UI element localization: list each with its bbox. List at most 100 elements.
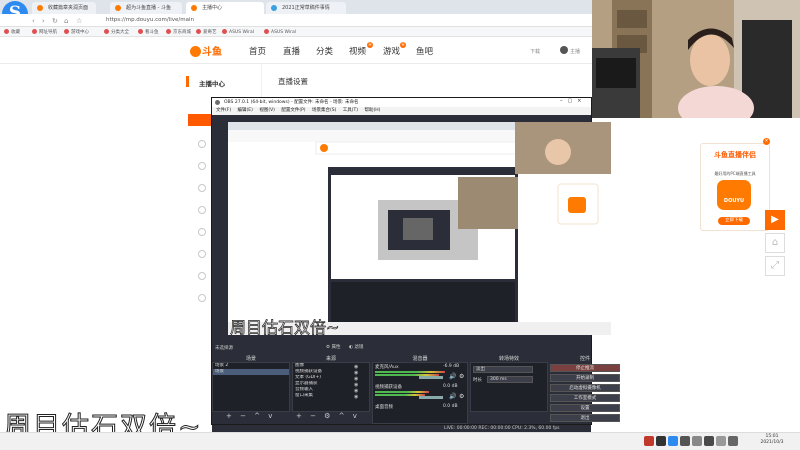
page-title: 直播设置	[278, 77, 308, 86]
taskbar-app-icon[interactable]	[644, 436, 654, 446]
mixer-channel-db: 0.0 dB	[443, 404, 458, 409]
virtual-camera-button[interactable]: 启动虚拟摄像机	[550, 384, 620, 392]
bookmark-item[interactable]: 分类大全	[104, 29, 129, 35]
home-float-icon[interactable]: ⌂	[765, 233, 785, 253]
avatar[interactable]	[560, 46, 568, 54]
home-icon[interactable]: ⌂	[64, 17, 68, 25]
nav-category[interactable]: 分类	[316, 45, 333, 57]
taskbar-app-icon[interactable]	[728, 436, 738, 446]
window-controls-icon[interactable]: –▢×	[560, 98, 586, 104]
sidebar-icon[interactable]	[198, 140, 206, 148]
douyu-logo[interactable]: 斗鱼	[190, 43, 226, 58]
nav-live[interactable]: 直播	[283, 45, 300, 57]
sidebar-active-item[interactable]	[188, 114, 212, 126]
taskbar-app-icon[interactable]	[668, 436, 678, 446]
exit-button[interactable]: 退出	[550, 414, 620, 422]
sidebar-icon[interactable]	[198, 162, 206, 170]
speaker-icon[interactable]: 🔊	[449, 393, 456, 400]
no-source-label: 未选择源	[215, 346, 233, 351]
properties-button[interactable]: ⚙ 属性	[326, 344, 340, 350]
bookmark-item[interactable]: ASUS Wiral	[264, 29, 296, 35]
tab-favicon-icon	[37, 5, 43, 11]
nav-games[interactable]: 游戏	[383, 45, 400, 57]
gear-icon[interactable]: ⚙	[459, 393, 464, 400]
promo-title: 斗鱼直播伴侣	[714, 151, 756, 159]
webcam-image	[592, 0, 800, 118]
studio-mode-button[interactable]: 工作室模式	[550, 394, 620, 402]
bookmark-item[interactable]: 网址导航	[32, 29, 57, 35]
taskbar-app-icon[interactable]	[656, 436, 666, 446]
preview-subtitle-text: 周目估石双倍~	[230, 318, 340, 338]
taskbar-clock[interactable]: 15:01 2021/10/3	[752, 434, 792, 446]
filters-label: 滤镜	[354, 345, 364, 350]
bookmark-star-icon[interactable]: ☆	[76, 17, 82, 25]
duration-label: 时长	[473, 378, 482, 383]
volume-slider[interactable]	[419, 376, 443, 379]
source-label: 显示器捕获	[295, 381, 318, 386]
filters-button[interactable]: ◐ 滤镜	[349, 344, 363, 350]
webcam-feed	[592, 0, 800, 118]
clock-time: 15:01	[765, 434, 779, 439]
bookmark-item[interactable]: 收藏	[4, 29, 20, 35]
nav-fishbar[interactable]: 鱼吧	[416, 45, 433, 57]
transitions-dock: 淡出 时长 300 ms	[470, 362, 548, 412]
nav-video[interactable]: 视频	[349, 45, 366, 57]
sidebar-icon[interactable]	[198, 228, 206, 236]
close-icon[interactable]: ×	[763, 138, 770, 145]
taskbar-app-icon[interactable]	[692, 436, 702, 446]
browser-tab-2[interactable]: 超为斗鱼直播 - 斗鱼	[110, 2, 182, 14]
obs-preview[interactable]	[228, 122, 611, 335]
stop-stream-button[interactable]: 停止推流	[550, 364, 620, 372]
speaker-icon[interactable]: 🔊	[449, 373, 456, 380]
source-toolbar-icon[interactable]: + − ⚙ ^ v	[296, 412, 360, 420]
nav-home[interactable]: 首页	[249, 45, 266, 57]
tab-label: 2021正常草稿件事情	[282, 5, 330, 11]
url-input[interactable]: https://mp.douyu.com/live/main	[96, 16, 596, 25]
source-label: 视频捕获设备	[295, 369, 322, 374]
visibility-eye-icon[interactable]: ◉ ◉ ◉ ◉ ◉ ◉	[354, 364, 358, 400]
tab-favicon-icon	[115, 5, 121, 11]
download-link[interactable]: 下载	[530, 48, 540, 55]
source-label: 窗口采集	[295, 393, 313, 398]
back-icon[interactable]: ‹	[32, 17, 35, 25]
volume-slider[interactable]	[419, 396, 443, 399]
expand-icon[interactable]: ⤢	[765, 256, 785, 276]
bookmark-item[interactable]: 看斗鱼	[138, 29, 159, 35]
browser-tab-1[interactable]: 收藏篇章夹润页面	[32, 2, 96, 14]
sidebar-icon[interactable]	[198, 250, 206, 258]
start-recording-button[interactable]: 开始录制	[550, 374, 620, 382]
gear-icon[interactable]: ⚙	[459, 373, 464, 380]
refresh-icon[interactable]: ↻	[52, 17, 58, 25]
obs-title-bar[interactable]: OBS 27.0.1 (64-bit, windows) - 配置文件: 未命名…	[212, 98, 591, 107]
douyu-app-icon: DOUYU	[717, 180, 751, 210]
forward-icon[interactable]: ›	[42, 17, 45, 25]
sidebar-icon[interactable]	[198, 294, 206, 302]
sidebar-icon[interactable]	[198, 272, 206, 280]
obs-menu-bar[interactable]: 文件(F) 编辑(E) 视图(V) 配置文件(P) 场景集合(S) 工具(T) …	[212, 107, 591, 115]
streamer-link[interactable]: 主播	[570, 48, 580, 55]
tab-label: 主播中心	[202, 5, 223, 11]
bookmark-item[interactable]: ASUS Wiral	[222, 29, 254, 35]
tab-label: 收藏篇章夹润页面	[48, 5, 89, 11]
play-icon[interactable]: ▶	[765, 210, 785, 230]
sidebar-title: 主播中心	[199, 80, 225, 88]
bookmark-item[interactable]: 京东商城	[166, 29, 191, 35]
sidebar-icon[interactable]	[198, 184, 206, 192]
duration-input[interactable]: 300 ms	[487, 376, 533, 383]
taskbar-app-icon[interactable]	[716, 436, 726, 446]
scene-toolbar-icon[interactable]: + − ^ v	[226, 412, 275, 420]
mixer-channel: 桌面音频 0.0 dB	[373, 403, 467, 423]
browser-tab-3[interactable]: 主播中心	[186, 2, 264, 14]
mixer-channel: 麦克风/Aux -6.9 dB 🔊 ⚙	[373, 363, 467, 383]
transition-select[interactable]: 淡出	[473, 366, 533, 373]
settings-button[interactable]: 设置	[550, 404, 620, 412]
taskbar-app-icon[interactable]	[680, 436, 690, 446]
download-now-button[interactable]: 立即下载	[718, 217, 750, 225]
scene-item[interactable]: 场景	[213, 369, 289, 375]
taskbar-app-icon[interactable]	[704, 436, 714, 446]
browser-tab-4[interactable]: 2021正常草稿件事情	[266, 2, 346, 14]
bookmark-item[interactable]: 游戏中心	[64, 29, 89, 35]
bookmark-item[interactable]: 爱奇艺	[196, 29, 217, 35]
sidebar-icon[interactable]	[198, 206, 206, 214]
sidebar-accent	[186, 76, 189, 87]
